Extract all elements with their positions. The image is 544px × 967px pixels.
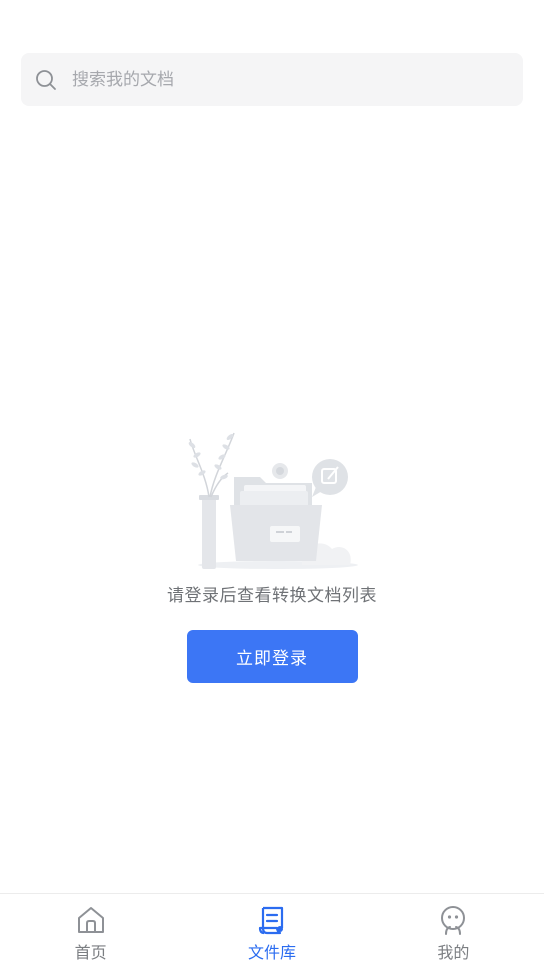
search-icon bbox=[35, 69, 57, 91]
tab-document-library-label: 文件库 bbox=[247, 943, 296, 962]
search-input[interactable] bbox=[70, 68, 474, 91]
tab-profile[interactable]: 我的 bbox=[363, 894, 544, 967]
empty-state: 请登录后查看转换文档列表 立即登录 bbox=[0, 425, 544, 683]
tab-profile-label: 我的 bbox=[437, 943, 470, 962]
empty-state-message: 请登录后查看转换文档列表 bbox=[167, 586, 377, 606]
tab-home-label: 首页 bbox=[74, 943, 107, 962]
tab-home[interactable]: 首页 bbox=[0, 894, 181, 967]
login-button[interactable]: 立即登录 bbox=[186, 630, 358, 683]
home-icon bbox=[77, 907, 104, 933]
document-library-icon bbox=[258, 906, 284, 935]
bottom-tab-bar: 首页 文件库 我的 bbox=[0, 893, 544, 967]
tab-document-library[interactable]: 文件库 bbox=[181, 894, 362, 967]
empty-folder-illustration bbox=[188, 432, 358, 569]
search-bar[interactable] bbox=[21, 53, 523, 106]
library-screen: 请登录后查看转换文档列表 立即登录 首页 文件库 bbox=[0, 0, 544, 967]
profile-icon bbox=[441, 906, 466, 935]
